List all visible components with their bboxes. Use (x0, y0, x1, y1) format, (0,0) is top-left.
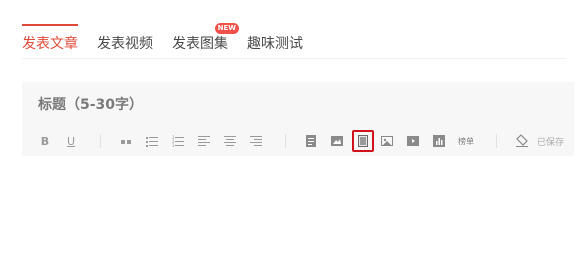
publish-tabs: 发表文章 发表视频 发表图集 NEW 趣味测试 (22, 23, 322, 60)
eraser-icon (516, 134, 528, 147)
underline-label: U (66, 134, 76, 148)
card-button[interactable] (352, 130, 374, 152)
image-button[interactable] (330, 134, 344, 148)
picture-button[interactable] (380, 134, 394, 148)
quote-icon (121, 140, 131, 144)
tab-publish-video-label: 发表视频 (97, 36, 153, 52)
bar-chart-button[interactable] (432, 134, 446, 148)
title-input[interactable]: 标题（5-30字） (22, 82, 574, 126)
unordered-list-icon (146, 137, 158, 147)
save-status: 已保存 (536, 138, 564, 148)
toolbar-divider (496, 134, 497, 148)
document-icon (306, 135, 316, 147)
video-button[interactable] (406, 134, 420, 148)
video-icon (407, 136, 419, 146)
tabs-divider (22, 58, 566, 59)
svg-text:3: 3 (172, 143, 175, 147)
align-right-button[interactable] (249, 134, 263, 148)
document-button[interactable] (304, 134, 318, 148)
bar-chart-icon (433, 135, 445, 147)
content-editor[interactable] (22, 156, 574, 263)
bold-button[interactable]: B (38, 134, 52, 148)
editor-toolbar: B U 123 榜单 已保存 (22, 126, 574, 156)
align-center-button[interactable] (223, 134, 237, 148)
title-placeholder: 标题（5-30字） (38, 97, 144, 113)
toolbar-divider (100, 134, 101, 148)
toolbar-divider (285, 134, 286, 148)
article-editor: 标题（5-30字） B U 123 榜单 已保存 (22, 82, 574, 263)
tab-publish-video[interactable]: 发表视频 (97, 24, 153, 60)
tab-publish-article[interactable]: 发表文章 (22, 24, 78, 60)
underline-button[interactable]: U (64, 134, 78, 148)
tab-fun-quiz[interactable]: 趣味测试 (247, 24, 303, 60)
quote-button[interactable] (119, 134, 133, 148)
new-badge: NEW (214, 23, 239, 34)
align-left-button[interactable] (197, 134, 211, 148)
tab-publish-gallery[interactable]: 发表图集 NEW (172, 23, 239, 60)
image-icon (331, 136, 343, 146)
ordered-list-button[interactable]: 123 (171, 134, 185, 148)
tab-publish-article-label: 发表文章 (22, 36, 78, 52)
tab-publish-gallery-label: 发表图集 (172, 36, 228, 52)
align-right-icon (250, 136, 262, 146)
card-icon (358, 135, 368, 147)
tab-fun-quiz-label: 趣味测试 (247, 36, 303, 52)
ordered-list-icon: 123 (172, 135, 184, 147)
align-center-icon (224, 136, 236, 146)
clear-format-button[interactable] (515, 134, 529, 148)
ranking-list-button[interactable]: 榜单 (458, 136, 474, 147)
picture-icon (381, 136, 393, 146)
align-left-icon (198, 136, 210, 146)
bold-label: B (40, 134, 50, 148)
unordered-list-button[interactable] (145, 134, 159, 148)
